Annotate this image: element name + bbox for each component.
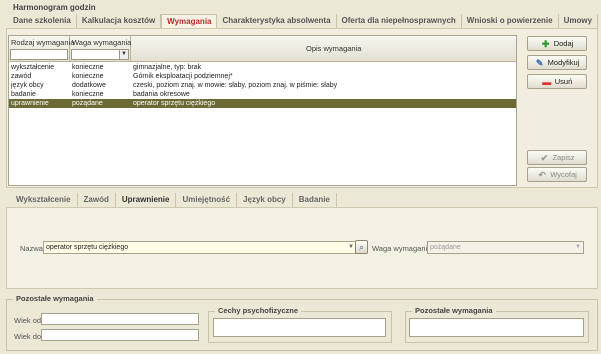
pozostale-wymagania-2-title: Pozostałe wymagania xyxy=(412,306,496,315)
delete-button-label: Usuń xyxy=(554,77,573,86)
column-opis-label: Opis wymagania xyxy=(306,44,362,53)
cell-waga: konieczne xyxy=(72,91,104,98)
table-row[interactable]: język obcy dodatkowe czeski, poziom znaj… xyxy=(9,81,516,90)
tab-uprawnienie[interactable]: Uprawnienie xyxy=(116,193,177,207)
weight-select[interactable]: pożądane ▼ xyxy=(427,241,584,254)
minus-icon: ▬ xyxy=(542,76,552,87)
cell-waga: konieczne xyxy=(72,73,104,80)
cell-opis: operator sprzętu ciężkiego xyxy=(133,100,216,107)
tab-umowy[interactable]: Umowy xyxy=(559,14,599,28)
table-row[interactable]: zawód konieczne Górnik eksploatacji podz… xyxy=(9,72,516,81)
cell-opis: badania okresowe xyxy=(133,91,190,98)
name-field[interactable]: operator sprzętu ciężkiego ▼ xyxy=(43,241,356,254)
column-rodzaj[interactable]: Rodzaj wymagania xyxy=(9,36,74,62)
cell-rodzaj: uprawnienie xyxy=(11,100,49,107)
column-opis[interactable]: Opis wymagania xyxy=(131,36,516,62)
cell-rodzaj: zawód xyxy=(11,73,32,80)
delete-button[interactable]: ▬ Usuń xyxy=(527,74,587,89)
cell-waga: dodatkowe xyxy=(72,82,106,89)
wiek-do-label: Wiek do: xyxy=(14,332,44,341)
revert-button-label: Wycofaj xyxy=(550,170,577,179)
tab-zawod[interactable]: Zawód xyxy=(78,193,116,207)
save-button[interactable]: ✔ Zapisz xyxy=(527,150,587,165)
sub-tabs: Wykształcenie Zawód Uprawnienie Umiejętn… xyxy=(6,193,598,207)
cell-waga: pożądane xyxy=(72,100,103,107)
filter-waga[interactable]: ▼ xyxy=(71,49,129,60)
table-row-selected[interactable]: uprawnienie pożądane operator sprzętu ci… xyxy=(9,99,516,108)
cell-rodzaj: język obcy xyxy=(11,82,44,89)
top-tab-bar: Harmonogram godzin Dane szkolenia Kalkul… xyxy=(0,0,601,28)
wiek-od-label: Wiek od: xyxy=(14,316,44,325)
add-button-label: Dodaj xyxy=(553,39,574,48)
filter-rodzaj[interactable] xyxy=(10,49,68,60)
column-rodzaj-label: Rodzaj wymagania xyxy=(11,38,75,47)
column-waga-label: Waga wymagania xyxy=(72,38,132,47)
undo-icon: ↶ xyxy=(538,169,546,180)
name-label: Nazwa: xyxy=(20,244,46,253)
tab-harmonogram[interactable]: Harmonogram godzin xyxy=(13,3,96,12)
tab-wymagania[interactable]: Wymagania xyxy=(161,14,218,28)
tab-oferta-niepelnosprawnych[interactable]: Oferta dla niepełnosprawnych xyxy=(337,14,462,28)
requirements-grid: Rodzaj wymagania Waga wymagania ▼ Opis w… xyxy=(8,35,517,186)
revert-button[interactable]: ↶ Wycofaj xyxy=(527,167,587,182)
tab-charakterystyka-absolwenta[interactable]: Charakterystyka absolwenta xyxy=(217,14,337,28)
tab-kalkulacja-kosztow[interactable]: Kalkulacja kosztów xyxy=(77,14,162,28)
chevron-down-icon[interactable]: ▼ xyxy=(348,242,354,253)
cell-rodzaj: wykształcenie xyxy=(11,64,55,71)
main-tabs: Dane szkolenia Kalkulacja kosztów Wymaga… xyxy=(8,14,599,28)
column-waga[interactable]: Waga wymagania ▼ xyxy=(70,36,131,62)
grid-header: Rodzaj wymagania Waga wymagania ▼ Opis w… xyxy=(9,36,516,62)
modify-button[interactable]: ✎ Modyfikuj xyxy=(527,55,587,70)
wiek-do-field[interactable] xyxy=(41,329,199,341)
tab-jezyk-obcy[interactable]: Język obcy xyxy=(237,193,293,207)
chevron-down-icon[interactable]: ▼ xyxy=(575,242,581,253)
table-row[interactable]: badanie konieczne badania okresowe xyxy=(9,90,516,99)
tab-wnioski-o-powierzenie[interactable]: Wnioski o powierzenie xyxy=(462,14,559,28)
tab-dane-szkolenia[interactable]: Dane szkolenia xyxy=(8,14,77,28)
cell-opis: Górnik eksploatacji podziemnej* xyxy=(133,73,233,80)
name-field-value: operator sprzętu ciężkiego xyxy=(46,244,129,251)
cell-opis: gimnazjalne, typ: brak xyxy=(133,64,202,71)
check-icon: ✔ xyxy=(540,152,549,163)
search-icon[interactable]: ⌕ xyxy=(355,240,368,254)
weight-label: Waga wymagania: xyxy=(372,244,434,253)
table-row[interactable]: wykształcenie konieczne gimnazjalne, typ… xyxy=(9,63,516,72)
cell-waga: konieczne xyxy=(72,64,104,71)
tab-wyksztalcenie[interactable]: Wykształcenie xyxy=(6,193,78,207)
cell-opis: czeski, poziom znaj. w mowie: słaby, poz… xyxy=(133,82,338,89)
edit-icon: ✎ xyxy=(535,57,544,68)
chevron-down-icon[interactable]: ▼ xyxy=(119,50,128,59)
save-button-label: Zapisz xyxy=(552,153,575,162)
pozostale-wymagania-2-field[interactable] xyxy=(409,318,584,337)
tab-badanie[interactable]: Badanie xyxy=(293,193,337,207)
pozostale-wymagania-title: Pozostałe wymagania xyxy=(13,294,97,303)
modify-button-label: Modyfikuj xyxy=(547,58,580,67)
cechy-psychofizyczne-field[interactable] xyxy=(213,318,386,337)
add-button[interactable]: ✚ Dodaj xyxy=(527,36,587,51)
plus-icon: ✚ xyxy=(541,38,550,49)
weight-select-value: pożądane xyxy=(430,244,461,251)
cechy-psychofizyczne-title: Cechy psychofizyczne xyxy=(215,306,302,315)
cell-rodzaj: badanie xyxy=(11,91,36,98)
wiek-od-field[interactable] xyxy=(41,313,199,325)
tab-umiejetnosc[interactable]: Umiejętność xyxy=(176,193,238,207)
